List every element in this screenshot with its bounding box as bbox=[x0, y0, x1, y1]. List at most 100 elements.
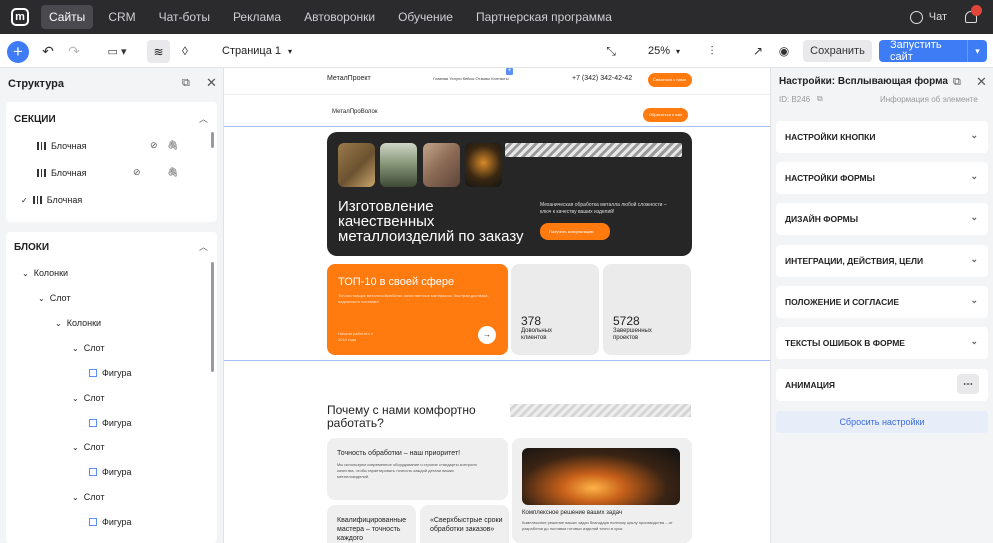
reset-settings-button[interactable]: Сбросить настройки bbox=[776, 411, 988, 433]
preview-eye-icon[interactable]: ◉ bbox=[775, 34, 793, 68]
tree-item[interactable]: ⌄ Слот bbox=[38, 293, 71, 303]
tree-item-label: Слот bbox=[83, 492, 105, 502]
element-info-link[interactable]: Информация об элементе bbox=[880, 95, 978, 104]
settings-title: Настройки: Всплывающая форма bbox=[779, 76, 948, 87]
site-header-button[interactable]: Обратиться к нам bbox=[643, 108, 688, 122]
tree-item[interactable]: Фигура bbox=[89, 418, 132, 428]
chevron-down-icon: ⌄ bbox=[72, 492, 79, 502]
tree-item[interactable]: ⌄ Колонки bbox=[22, 268, 68, 278]
add-section-icon[interactable]: + bbox=[506, 68, 513, 75]
hidden-mobile-icon[interactable]: ⊘ bbox=[150, 140, 158, 151]
page-selector[interactable]: Страница 1 ▾ bbox=[222, 34, 292, 68]
checkmark-icon: ✓ bbox=[21, 195, 28, 205]
close-icon[interactable]: ✕ bbox=[976, 74, 987, 90]
accordion-error-texts[interactable]: ТЕКСТЫ ОШИБОК В ФОРМЕ ⌄ bbox=[776, 327, 988, 359]
paperclip-icon[interactable]: 🖇 bbox=[167, 167, 178, 178]
zoom-select[interactable]: 25% ▾ bbox=[648, 34, 680, 68]
nav-partners[interactable]: Партнерская программа bbox=[468, 5, 620, 29]
section-item-selected[interactable]: ✓ Блочная bbox=[21, 195, 82, 205]
divider bbox=[224, 94, 770, 95]
chevron-up-icon[interactable]: ︿ bbox=[199, 240, 208, 253]
site-logo[interactable]: МеталПроект bbox=[327, 75, 371, 82]
chevron-down-icon: ⌄ bbox=[970, 336, 978, 346]
accordion-animation[interactable]: АНИМАЦИЯ ⋯ bbox=[776, 369, 988, 401]
tree-item[interactable]: ⌄ Слот bbox=[72, 393, 105, 403]
blocks-scrollbar[interactable] bbox=[211, 262, 214, 372]
feature-title: Точность обработки – наш приоритет! bbox=[337, 450, 461, 457]
hero-text: Механическая обработка металла любой сло… bbox=[540, 202, 667, 215]
tree-item[interactable]: ⌄ Слот bbox=[72, 492, 105, 502]
bell-icon[interactable] bbox=[965, 5, 982, 23]
tree-item[interactable]: Фигура bbox=[89, 368, 132, 378]
section-item-label: Блочная bbox=[51, 168, 87, 178]
notification-badge bbox=[971, 5, 982, 16]
nav-crm[interactable]: CRM bbox=[100, 5, 143, 29]
device-select[interactable]: ▭ ▾ bbox=[104, 34, 130, 68]
nav-funnels[interactable]: Автоворонки bbox=[296, 5, 383, 29]
settings-sliders-icon[interactable]: ⫶ bbox=[703, 34, 721, 68]
undo-icon[interactable]: ↶ bbox=[38, 34, 58, 68]
site-phone: +7 (342) 342-42-42 bbox=[572, 75, 633, 82]
add-element-button[interactable]: + bbox=[7, 41, 29, 63]
accordion-label: ТЕКСТЫ ОШИБОК В ФОРМЕ bbox=[785, 338, 905, 348]
tree-item-label: Слот bbox=[83, 343, 105, 353]
site-menu[interactable]: Главная Услуги Кейсы Отзывы Контакты bbox=[433, 76, 509, 81]
section-item[interactable]: Блочная bbox=[37, 141, 87, 151]
chat-link[interactable]: Чат bbox=[929, 11, 947, 23]
nav-education[interactable]: Обучение bbox=[390, 5, 461, 29]
tree-item[interactable]: ⌄ Слот bbox=[72, 442, 105, 452]
sections-scrollbar[interactable] bbox=[211, 132, 214, 148]
hero-block[interactable]: Изготовление качественных металлоизделий… bbox=[327, 132, 692, 256]
more-options-icon[interactable]: ⋯ bbox=[957, 374, 979, 394]
tree-item-label: Фигура bbox=[102, 418, 132, 428]
hero-cta-button[interactable]: Получить консультацию bbox=[540, 223, 610, 240]
chevron-down-icon[interactable]: ▾ bbox=[967, 40, 987, 62]
collapse-icon[interactable]: ⤡ bbox=[602, 34, 620, 68]
accordion-label: ИНТЕГРАЦИИ, ДЕЙСТВИЯ, ЦЕЛИ bbox=[785, 256, 924, 266]
site-logo-2[interactable]: МеталПроВолок bbox=[332, 109, 377, 115]
accordion-integrations[interactable]: ИНТЕГРАЦИИ, ДЕЙСТВИЯ, ЦЕЛИ ⌄ bbox=[776, 245, 988, 277]
duplicate-icon[interactable]: ⧉ bbox=[182, 77, 190, 90]
accordion-form-settings[interactable]: НАСТРОЙКИ ФОРМЫ ⌄ bbox=[776, 162, 988, 194]
top10-text: Топ-поставщик металлообработки: качестве… bbox=[338, 293, 489, 304]
tree-item[interactable]: ⌄ Колонки bbox=[55, 318, 101, 328]
tree-item[interactable]: Фигура bbox=[89, 467, 132, 477]
hero-cta-label: Получить консультацию bbox=[549, 229, 594, 234]
top10-block[interactable]: ТОП-10 в своей сфере Топ-поставщик метал… bbox=[327, 264, 508, 355]
nav-sites[interactable]: Сайты bbox=[41, 5, 94, 29]
tree-item[interactable]: Фигура bbox=[89, 517, 132, 527]
chevron-down-icon: ▾ bbox=[288, 46, 293, 56]
paperclip-icon[interactable]: 🖇 bbox=[167, 140, 178, 151]
tree-item[interactable]: ⌄ Слот bbox=[72, 343, 105, 353]
tree-item-label: Колонки bbox=[33, 268, 69, 278]
site-contact-button[interactable]: Связаться с нами bbox=[648, 73, 692, 87]
chevron-up-icon[interactable]: ︿ bbox=[199, 112, 208, 125]
copy-icon[interactable]: ⧉ bbox=[817, 94, 823, 104]
nav-ads[interactable]: Реклама bbox=[225, 5, 289, 29]
accordion-form-design[interactable]: ДИЗАЙН ФОРМЫ ⌄ bbox=[776, 203, 988, 235]
duplicate-icon[interactable]: ⧉ bbox=[953, 76, 961, 89]
accordion-button-settings[interactable]: НАСТРОЙКИ КНОПКИ ⌄ bbox=[776, 121, 988, 153]
columns-icon bbox=[37, 169, 46, 177]
save-button[interactable]: Сохранить bbox=[803, 40, 872, 62]
site-canvas[interactable]: МеталПроект Главная Услуги Кейсы Отзывы … bbox=[224, 68, 770, 543]
section-item[interactable]: Блочная bbox=[37, 168, 87, 178]
feature-title: Квалифицированные мастера – точность каж… bbox=[337, 517, 407, 542]
run-site-button[interactable]: Запустить сайт ▾ bbox=[879, 39, 987, 63]
style-drop-icon[interactable]: ◊ bbox=[176, 34, 194, 68]
nav-chatbots[interactable]: Чат-боты bbox=[151, 5, 218, 29]
redo-icon[interactable]: ↷ bbox=[64, 34, 84, 68]
chevron-down-icon: ⌄ bbox=[72, 442, 79, 452]
chevron-down-icon: ⌄ bbox=[970, 212, 978, 222]
feature-title: Комплексное решение ваших задач bbox=[522, 510, 623, 516]
hidden-desktop-icon[interactable]: ⊘ bbox=[133, 167, 141, 178]
feature-card-image: Комплексное решение ваших задач Комплекс… bbox=[512, 438, 692, 543]
arrow-right-icon[interactable]: → bbox=[478, 326, 496, 344]
app-logo-icon[interactable]: m bbox=[11, 8, 29, 26]
close-icon[interactable]: ✕ bbox=[206, 75, 217, 91]
layers-icon[interactable]: ≋ bbox=[147, 40, 170, 63]
accordion-position-consent[interactable]: ПОЛОЖЕНИЕ И СОГЛАСИЕ ⌄ bbox=[776, 286, 988, 318]
external-link-icon[interactable]: ↗ bbox=[749, 34, 767, 68]
chevron-down-icon: ⌄ bbox=[22, 268, 29, 278]
chat-icon[interactable] bbox=[909, 10, 923, 24]
